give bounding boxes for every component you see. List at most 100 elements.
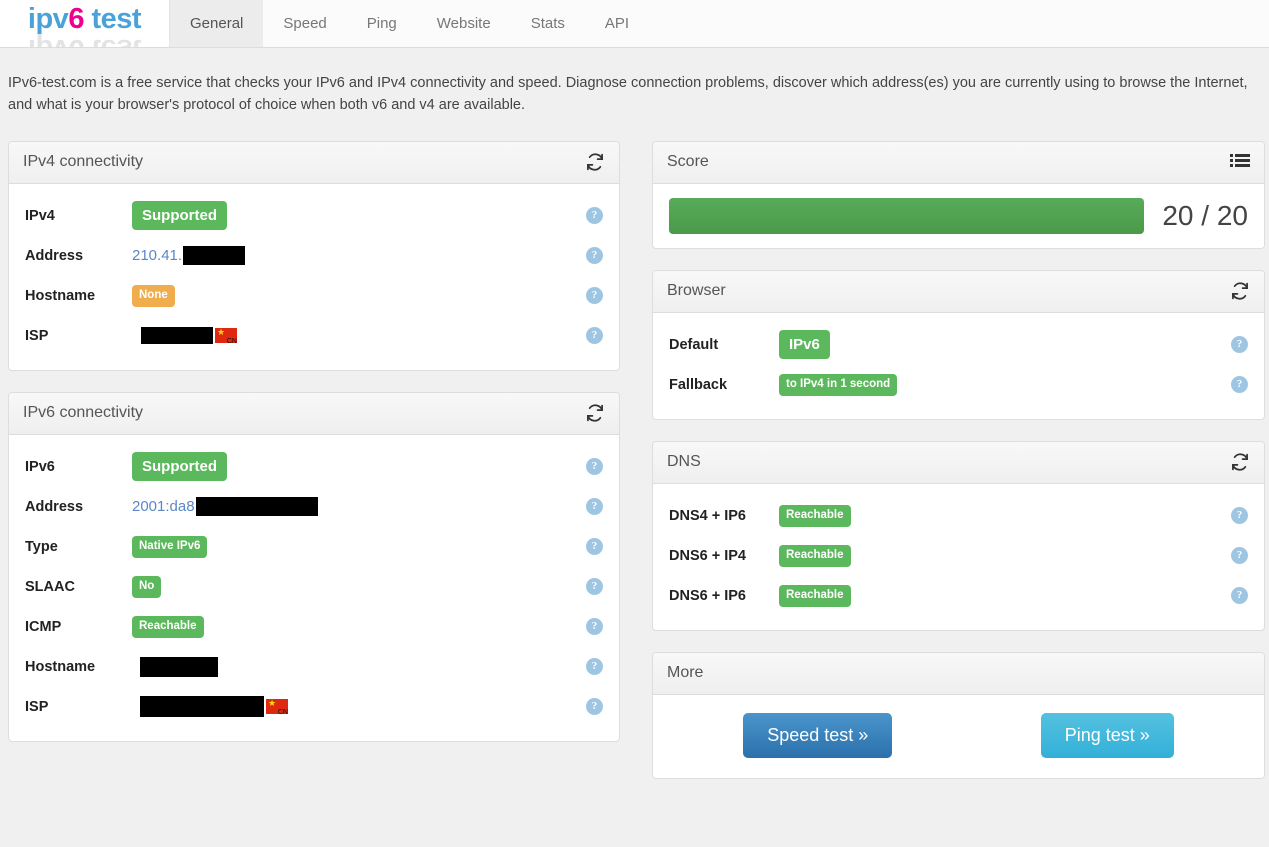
panel-dns-title: DNS (667, 453, 701, 471)
panel-ipv6-header: IPv6 connectivity (9, 392, 619, 435)
panel-more: More Speed test » Ping test » (652, 651, 1265, 779)
list-icon[interactable] (1230, 153, 1250, 171)
help-icon[interactable]: ? (586, 578, 603, 596)
logo-text-accent: 6 (68, 3, 84, 35)
redaction-block (140, 656, 218, 677)
row-label: DNS4 + IP6 (669, 507, 746, 524)
help-icon[interactable]: ? (586, 498, 603, 516)
help-icon[interactable]: ? (1231, 547, 1248, 565)
row-ipv4-hostname: Hostname None ? (25, 276, 603, 316)
redaction-block (195, 497, 318, 517)
tab-stats[interactable]: Stats (511, 0, 585, 47)
row-value: Supported (132, 452, 586, 482)
panel-browser-header: Browser (653, 270, 1264, 313)
help-icon[interactable]: ? (586, 247, 603, 265)
panel-score-header: Score (653, 141, 1264, 184)
speed-test-button[interactable]: Speed test » (743, 712, 893, 758)
panel-ipv6-body: IPv6 Supported ? Address 2001:da8 ? Type (9, 435, 619, 741)
panel-score: Score 20 / 20 (652, 140, 1265, 249)
help-icon[interactable]: ? (586, 538, 603, 556)
row-label: DNS6 + IP6 (669, 587, 746, 604)
status-badge: Native IPv6 (132, 536, 208, 558)
ipv6-address-link[interactable]: 2001:da8 (132, 498, 195, 515)
refresh-icon[interactable] (1230, 281, 1250, 301)
row-label: Address (25, 498, 84, 515)
country-code-label: CN (226, 338, 237, 346)
row-label: ICMP (25, 618, 62, 635)
row-value: Reachable (779, 584, 1231, 608)
right-column: Score 20 / 20 Browser Default IPv6 ? Fal… (652, 140, 1265, 800)
refresh-icon[interactable] (585, 403, 605, 423)
country-code-label: CN (277, 709, 288, 717)
panel-browser-body: Default IPv6 ? Fallback to IPv4 in 1 sec… (653, 313, 1264, 419)
ping-test-button[interactable]: Ping test » (1040, 712, 1174, 758)
status-badge: to IPv4 in 1 second (779, 374, 898, 396)
score-progress-fill (669, 197, 1145, 234)
row-ipv6-address: Address 2001:da8 ? (25, 487, 603, 527)
help-icon[interactable]: ? (1231, 507, 1248, 525)
panel-ipv4-connectivity: IPv4 connectivity IPv4 Supported ? Addre… (8, 140, 620, 371)
help-icon[interactable]: ? (1231, 587, 1248, 605)
row-ipv6-isp: ISP CN ? (25, 687, 603, 727)
content-columns: IPv4 connectivity IPv4 Supported ? Addre… (0, 127, 1269, 800)
status-badge: Reachable (779, 505, 851, 527)
row-label: Fallback (669, 376, 728, 393)
row-ipv6-slaac: SLAAC No ? (25, 567, 603, 607)
top-navigation-bar: ipv6 test ipv6 test General Speed Ping W… (0, 0, 1269, 48)
status-badge: Supported (132, 452, 227, 482)
logo-text-part2: test (83, 3, 142, 35)
row-value: IPv6 (779, 330, 1231, 360)
panel-more-body: Speed test » Ping test » (653, 695, 1264, 778)
row-ipv6-support: IPv6 Supported ? (25, 447, 603, 487)
country-flag-cn-icon: CN (266, 696, 288, 717)
main-nav: General Speed Ping Website Stats API (170, 0, 1269, 47)
help-icon[interactable]: ? (586, 618, 603, 636)
help-icon[interactable]: ? (586, 287, 603, 305)
status-badge: None (132, 285, 175, 307)
panel-dns: DNS DNS4 + IP6 Reachable ? DNS6 + IP4 Re… (652, 440, 1265, 631)
panel-score-title: Score (667, 153, 709, 171)
tab-website[interactable]: Website (417, 0, 511, 47)
tab-api[interactable]: API (585, 0, 649, 47)
row-dns4-ip6: DNS4 + IP6 Reachable ? (669, 496, 1248, 536)
row-label: ISP (25, 698, 49, 715)
panel-dns-header: DNS (653, 441, 1264, 484)
help-icon[interactable]: ? (586, 327, 603, 345)
row-label: IPv6 (25, 458, 55, 475)
help-icon[interactable]: ? (1231, 376, 1248, 394)
refresh-icon[interactable] (1230, 452, 1250, 472)
row-label: Address (25, 247, 84, 264)
row-label: IPv4 (25, 207, 55, 224)
status-badge: IPv6 (779, 330, 830, 360)
logo-reflection: ipv6 test (0, 33, 169, 47)
tab-ping[interactable]: Ping (347, 0, 417, 47)
tab-general[interactable]: General (170, 0, 264, 47)
ipv4-address-link[interactable]: 210.41. (132, 247, 182, 264)
row-value: No (132, 575, 586, 599)
row-value: Reachable (132, 615, 586, 639)
help-icon[interactable]: ? (586, 658, 603, 676)
site-logo[interactable]: ipv6 test ipv6 test (0, 0, 170, 47)
help-icon[interactable]: ? (586, 458, 603, 476)
panel-ipv4-header: IPv4 connectivity (9, 141, 619, 184)
row-value: None (132, 284, 586, 308)
help-icon[interactable]: ? (586, 698, 603, 716)
panel-score-body: 20 / 20 (653, 184, 1264, 248)
help-icon[interactable]: ? (586, 207, 603, 225)
row-browser-fallback: Fallback to IPv4 in 1 second ? (669, 365, 1248, 405)
refresh-icon[interactable] (585, 152, 605, 172)
panel-ipv6-connectivity: IPv6 connectivity IPv6 Supported ? Addre… (8, 391, 620, 742)
row-dns6-ip4: DNS6 + IP4 Reachable ? (669, 536, 1248, 576)
row-label: SLAAC (25, 578, 75, 595)
row-browser-default: Default IPv6 ? (669, 325, 1248, 365)
row-value: 2001:da8 (132, 495, 586, 519)
row-value: CN (132, 324, 586, 348)
tab-speed[interactable]: Speed (263, 0, 346, 47)
status-badge: No (132, 576, 162, 598)
row-ipv6-icmp: ICMP Reachable ? (25, 607, 603, 647)
row-value: Native IPv6 (132, 535, 586, 559)
row-label: Default (669, 336, 719, 353)
panel-browser: Browser Default IPv6 ? Fallback to IPv4 … (652, 269, 1265, 420)
help-icon[interactable]: ? (1231, 336, 1248, 354)
row-value: 210.41. (132, 244, 586, 268)
